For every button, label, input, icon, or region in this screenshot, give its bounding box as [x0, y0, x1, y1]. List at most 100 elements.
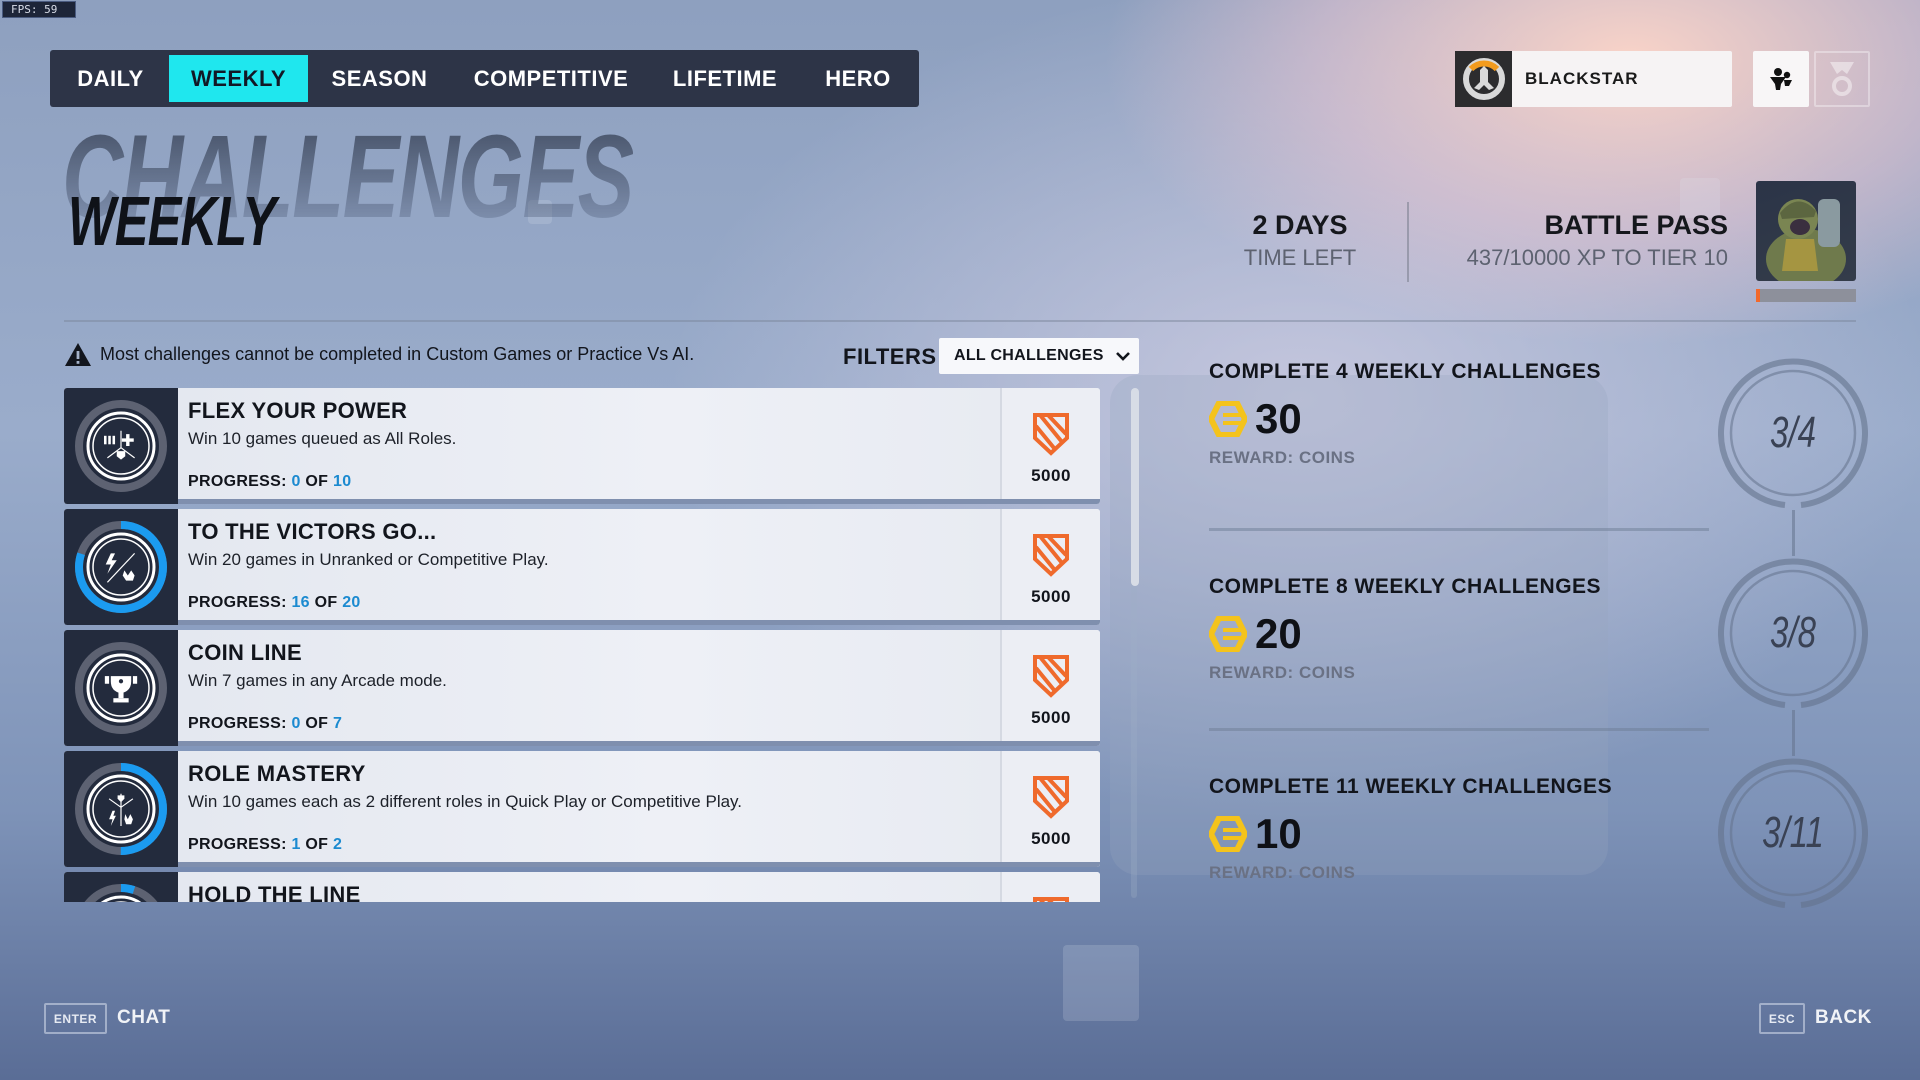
challenge-title: COIN LINE	[188, 640, 302, 665]
challenge-icon-cell	[64, 388, 178, 504]
tab-lifetime[interactable]: LIFETIME	[651, 55, 799, 102]
challenge-icon-cell	[64, 751, 178, 867]
decorative-square	[1063, 945, 1139, 1021]
challenge-card[interactable]: TO THE VICTORS GO... Win 20 games in Unr…	[64, 509, 1100, 625]
overwatch-logo-icon	[1455, 51, 1512, 107]
battle-pass-hero-portrait[interactable]	[1756, 181, 1856, 281]
unranked-competitive-icon	[75, 521, 167, 613]
progress-total: 20	[342, 594, 361, 611]
battle-pass-xp-icon	[1033, 413, 1069, 456]
milestone-connector	[1792, 510, 1795, 556]
milestone-coin-amount: 10	[1255, 810, 1302, 857]
scrollbar-thumb[interactable]	[1131, 388, 1139, 586]
challenge-progress: PROGRESS: 0 OF 10	[188, 473, 351, 491]
progress-of: OF	[305, 836, 329, 853]
progress-total: 7	[333, 715, 343, 732]
challenge-list: FLEX YOUR POWER Win 10 games queued as A…	[64, 388, 1100, 902]
battle-pass-progress-text: 437/10000 XP TO TIER 10	[1466, 245, 1728, 270]
milestone-divider	[1209, 528, 1709, 531]
challenge-reward-cell: 5000	[1000, 388, 1100, 504]
milestone-progress-text: 3/11	[1762, 808, 1824, 857]
milestone-progress-text: 3/8	[1770, 608, 1816, 657]
career-medal-button[interactable]	[1814, 51, 1870, 107]
progress-current: 16	[291, 594, 310, 611]
chevron-down-icon	[1115, 352, 1130, 361]
tab-weekly[interactable]: WEEKLY	[169, 55, 308, 102]
header-separator	[64, 320, 1856, 322]
challenge-progress: PROGRESS: 16 OF 20	[188, 594, 361, 612]
milestone-title: COMPLETE 4 WEEKLY CHALLENGES	[1209, 360, 1602, 383]
challenge-title: HOLD THE LINE	[188, 882, 361, 902]
challenge-card[interactable]: COIN LINE Win 7 games in any Arcade mode…	[64, 630, 1100, 746]
filter-selected-value: ALL CHALLENGES	[954, 347, 1104, 364]
challenge-reward-cell: 5000	[1000, 630, 1100, 746]
challenge-xp-reward: 5000	[1031, 466, 1071, 485]
tab-competitive[interactable]: COMPETITIVE	[451, 55, 651, 102]
battle-pass-block[interactable]: BATTLE PASS 437/10000 XP TO TIER 10	[1420, 210, 1728, 271]
challenge-title: ROLE MASTERY	[188, 761, 366, 786]
hold-line-icon	[75, 884, 167, 902]
challenge-icon-cell	[64, 630, 178, 746]
milestone-item: COMPLETE 11 WEEKLY CHALLENGES 10 REWARD:…	[1209, 775, 1709, 883]
progress-total: 10	[333, 473, 352, 490]
enter-key-hint[interactable]: ENTER	[44, 1003, 107, 1034]
challenge-description: Win 10 games each as 2 different roles i…	[188, 792, 743, 811]
milestone-progress-text: 3/4	[1770, 408, 1816, 457]
battle-pass-xp-icon	[1033, 534, 1069, 577]
header-divider	[1407, 202, 1409, 282]
progress-label: PROGRESS:	[188, 836, 287, 853]
page-title: WEEKLY	[68, 182, 276, 260]
back-button[interactable]: BACK	[1815, 1007, 1872, 1029]
battle-pass-progress-bar	[1756, 289, 1856, 302]
group-icon	[1770, 68, 1792, 90]
milestone-item: COMPLETE 4 WEEKLY CHALLENGES 30 REWARD: …	[1209, 360, 1709, 468]
arcade-trophy-icon	[75, 642, 167, 734]
challenge-body: COIN LINE Win 7 games in any Arcade mode…	[178, 630, 1000, 746]
milestone-amount: 20	[1209, 613, 1709, 655]
challenge-description: Win 20 games in Unranked or Competitive …	[188, 550, 549, 569]
challenge-progress: PROGRESS: 1 OF 2	[188, 836, 342, 854]
tab-season[interactable]: SEASON	[308, 55, 451, 102]
coin-icon	[1209, 616, 1247, 652]
battle-pass-xp-icon	[1033, 776, 1069, 819]
challenge-tab-bar: DAILY WEEKLY SEASON COMPETITIVE LIFETIME…	[50, 50, 919, 107]
player-profile-card[interactable]: BLACKSTAR	[1455, 51, 1732, 107]
challenge-icon-cell	[64, 872, 178, 902]
challenge-card[interactable]: FLEX YOUR POWER Win 10 games queued as A…	[64, 388, 1100, 504]
challenge-card[interactable]: ROLE MASTERY Win 10 games each as 2 diff…	[64, 751, 1100, 867]
challenge-icon-cell	[64, 509, 178, 625]
progress-label: PROGRESS:	[188, 715, 287, 732]
esc-key-hint[interactable]: ESC	[1759, 1003, 1805, 1034]
social-button[interactable]	[1753, 51, 1809, 107]
battle-pass-title: BATTLE PASS	[1544, 210, 1728, 240]
chat-button[interactable]: CHAT	[117, 1007, 170, 1029]
warning-notice: Most challenges cannot be completed in C…	[64, 342, 694, 367]
milestone-reward-label: REWARD: COINS	[1209, 863, 1356, 882]
tab-hero[interactable]: HERO	[799, 55, 917, 102]
tab-daily[interactable]: DAILY	[52, 55, 169, 102]
role-mastery-icon	[75, 763, 167, 855]
challenge-progress: PROGRESS: 0 OF 7	[188, 715, 342, 733]
filters-label: FILTERS	[843, 344, 937, 369]
milestone-coin-amount: 20	[1255, 610, 1302, 657]
progress-current: 0	[291, 715, 301, 732]
challenge-card[interactable]: HOLD THE LINE	[64, 872, 1100, 902]
battle-pass-xp-icon	[1033, 655, 1069, 698]
progress-total: 2	[333, 836, 343, 853]
milestone-title: COMPLETE 8 WEEKLY CHALLENGES	[1209, 575, 1602, 598]
challenge-xp-reward: 5000	[1031, 708, 1071, 727]
milestone-progress-ring: 3/8	[1718, 558, 1868, 708]
time-left-value: 2 DAYS	[1252, 210, 1348, 240]
fps-counter: FPS: 59	[2, 1, 76, 18]
milestone-item: COMPLETE 8 WEEKLY CHALLENGES 20 REWARD: …	[1209, 575, 1709, 683]
challenge-title: TO THE VICTORS GO...	[188, 519, 437, 544]
warning-text: Most challenges cannot be completed in C…	[100, 344, 695, 364]
filter-dropdown[interactable]: ALL CHALLENGES	[939, 338, 1139, 374]
progress-label: PROGRESS:	[188, 594, 287, 611]
challenge-body: ROLE MASTERY Win 10 games each as 2 diff…	[178, 751, 1000, 867]
challenge-reward-cell	[1000, 872, 1100, 902]
challenge-body: FLEX YOUR POWER Win 10 games queued as A…	[178, 388, 1000, 504]
progress-current: 0	[291, 473, 301, 490]
challenge-body: HOLD THE LINE	[178, 872, 1000, 902]
milestone-divider	[1209, 728, 1709, 731]
